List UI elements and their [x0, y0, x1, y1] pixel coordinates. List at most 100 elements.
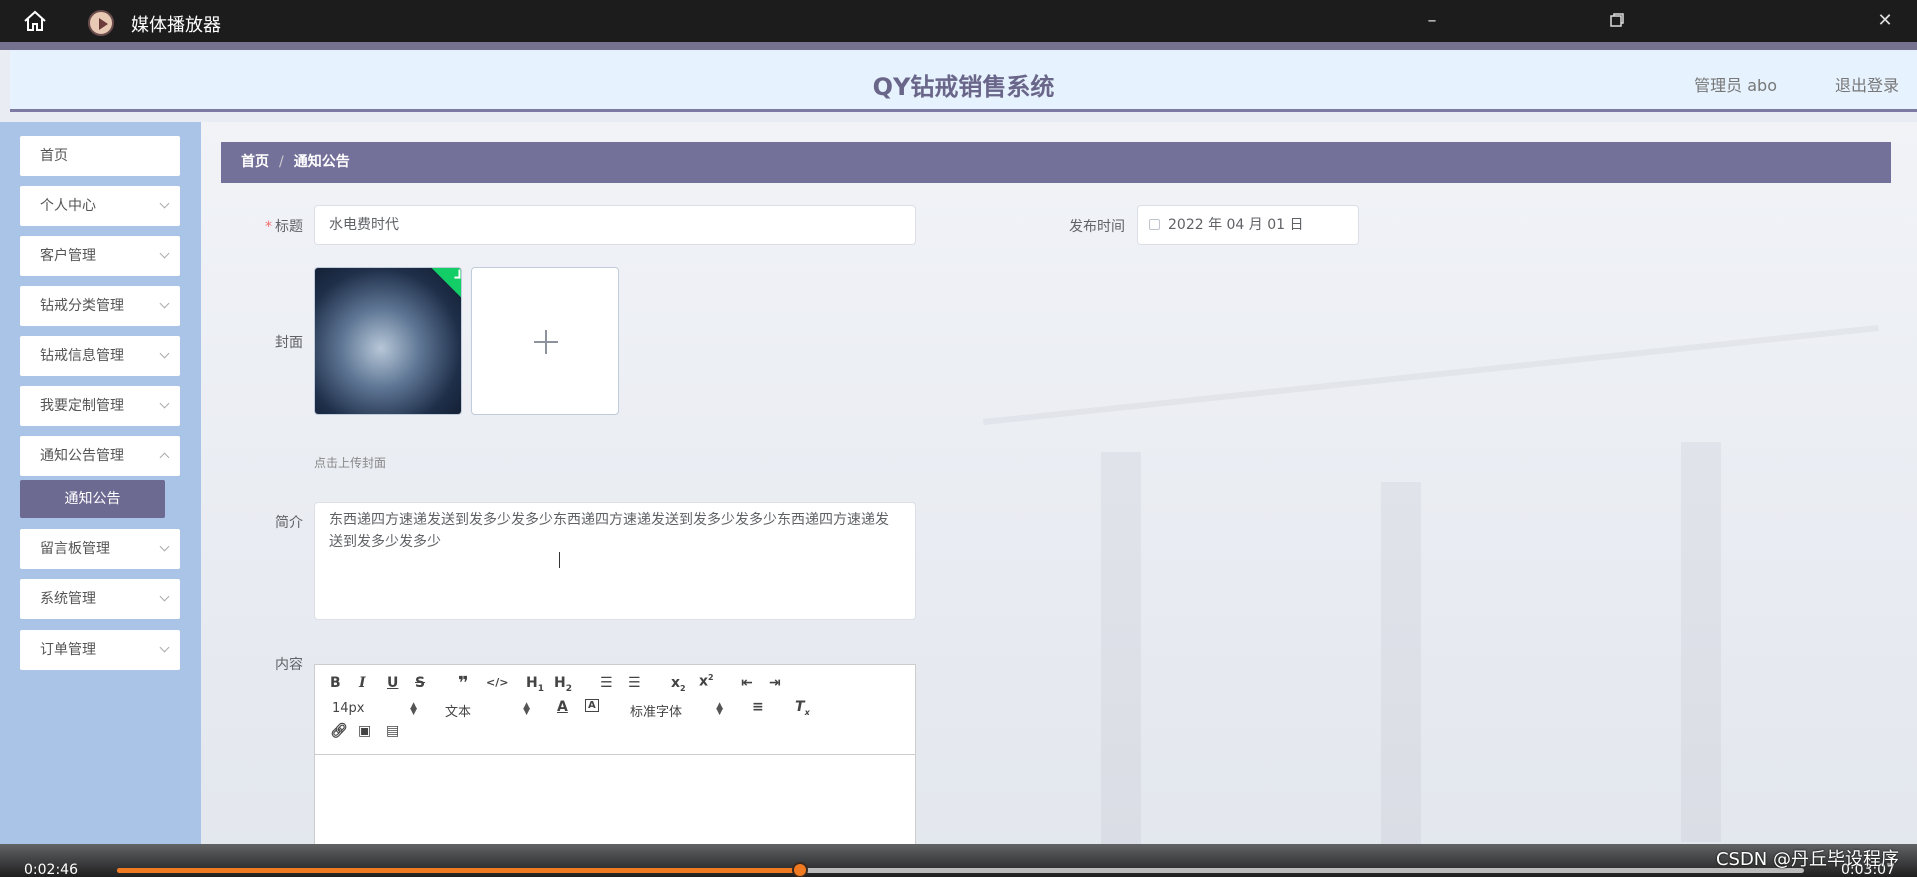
restore-button[interactable]: [1607, 12, 1627, 32]
cover-image[interactable]: [314, 267, 462, 415]
select-arrows-icon: ▲ ▼: [716, 701, 723, 717]
image-icon[interactable]: ▣: [358, 723, 371, 739]
title-input[interactable]: 水电费时代: [314, 205, 916, 245]
sidebar-item-home[interactable]: 首页: [20, 136, 180, 176]
sidebar-item-label: 钻戒信息管理: [40, 348, 124, 364]
home-icon[interactable]: [22, 10, 48, 32]
sidebar-item-ring-info[interactable]: 钻戒信息管理: [20, 336, 180, 376]
background-decoration: [1101, 452, 1141, 844]
logout-link[interactable]: 退出登录: [1835, 72, 1899, 96]
font-size-value: 14px: [332, 701, 365, 716]
watermark: CSDN @丹丘毕设程序: [1715, 849, 1899, 870]
main-content: 首页 / 通知公告 * 标题 水电费时代 发布时间 2022 年 04 月 01 日 …: [201, 122, 1917, 844]
minimize-button[interactable]: –: [1422, 12, 1442, 32]
sidebar-item-label: 客户管理: [40, 248, 96, 264]
underline-icon[interactable]: U: [387, 675, 398, 691]
chevron-down-icon: [159, 591, 170, 602]
player-controls: 0:02:46 0:03:07: [0, 844, 1917, 877]
seek-bar-progress: [117, 868, 801, 873]
align-icon[interactable]: ≡: [752, 699, 764, 715]
text-cursor-icon: [559, 552, 567, 568]
breadcrumb-home[interactable]: 首页: [241, 154, 269, 170]
chevron-down-icon: [159, 348, 170, 359]
h2-icon[interactable]: H2: [554, 675, 572, 694]
close-button[interactable]: ✕: [1875, 12, 1895, 32]
sidebar-item-label: 首页: [40, 148, 68, 164]
sidebar-item-profile[interactable]: 个人中心: [20, 186, 180, 226]
chevron-down-icon: [159, 398, 170, 409]
seek-handle[interactable]: [792, 862, 809, 877]
content-label: 内容: [275, 657, 303, 673]
font-size-select[interactable]: 14px ▲ ▼: [332, 701, 417, 717]
restore-icon: [1610, 13, 1624, 27]
select-arrows-icon: ▲ ▼: [410, 701, 417, 717]
sidebar-item-label: 订单管理: [40, 642, 96, 658]
check-icon: [428, 268, 461, 300]
bold-icon[interactable]: B: [330, 675, 341, 691]
chevron-down-icon: [159, 298, 170, 309]
italic-icon[interactable]: I: [359, 675, 366, 691]
blockquote-icon[interactable]: ❞: [458, 673, 469, 694]
intro-textarea[interactable]: 东西递四方速递发送到发多少发多少东西递四方速递发送到发多少发多少东西递四方速递发…: [314, 502, 916, 620]
window-title: 媒体播放器: [131, 15, 221, 36]
editor-toolbar: B I U S ❞ </> H1 H2 ☰ ☰ x2 x2 ⇤ ⇥ 14px ▲ ▼…: [315, 665, 915, 755]
sidebar-item-label: 留言板管理: [40, 541, 110, 557]
sidebar-item-label: 个人中心: [40, 198, 96, 214]
font-family-select[interactable]: 标准字体 ▲ ▼: [630, 701, 723, 721]
text-type-select[interactable]: 文本 ▲ ▼: [445, 701, 530, 721]
media-player-icon: [88, 10, 114, 36]
sidebar-item-notice[interactable]: 通知公告管理: [20, 436, 180, 476]
background-decoration: [1381, 482, 1421, 844]
sidebar-item-custom[interactable]: 我要定制管理: [20, 386, 180, 426]
sidebar-item-messages[interactable]: 留言板管理: [20, 529, 180, 569]
bullet-list-icon[interactable]: ☰: [628, 675, 641, 691]
link-icon[interactable]: 🔗︎: [330, 723, 348, 739]
breadcrumb-current: 通知公告: [293, 154, 350, 170]
current-user: 管理员 abo: [1694, 76, 1777, 95]
app-title: QY钻戒销售系统: [872, 73, 1055, 101]
player-titlebar: 媒体播放器 – ✕: [0, 0, 1917, 42]
breadcrumb: 首页 / 通知公告: [221, 142, 1891, 183]
ordered-list-icon[interactable]: ☰: [600, 675, 613, 691]
sidebar: 首页 个人中心 客户管理 钻戒分类管理 钻戒信息管理 我要定制管理 通知公告管理…: [0, 122, 201, 844]
publish-date-picker[interactable]: 2022 年 04 月 01 日: [1137, 205, 1359, 245]
outdent-icon[interactable]: ⇤: [741, 675, 753, 691]
code-block-icon[interactable]: </>: [486, 676, 508, 689]
sidebar-item-customers[interactable]: 客户管理: [20, 236, 180, 276]
strike-icon[interactable]: S: [415, 675, 425, 691]
cover-hint: 点击上传封面: [314, 456, 387, 470]
current-time: 0:02:46: [24, 862, 78, 877]
sidebar-item-label: 钻戒分类管理: [40, 298, 124, 314]
app-header: QY钻戒销售系统 管理员 abo 退出登录: [0, 42, 1917, 112]
chevron-down-icon: [159, 642, 170, 653]
publish-date-value: 2022 年 04 月 01 日: [1168, 217, 1304, 233]
font-color-icon[interactable]: A: [557, 699, 568, 715]
chevron-down-icon: [159, 248, 170, 259]
h1-icon[interactable]: H1: [526, 675, 544, 694]
sidebar-item-label: 通知公告管理: [40, 448, 124, 464]
title-label-text: 标题: [275, 219, 303, 235]
upload-cover-button[interactable]: [471, 267, 619, 415]
sidebar-subitem-notice[interactable]: 通知公告: [20, 480, 165, 518]
publish-time-label: 发布时间: [1069, 219, 1125, 235]
sidebar-item-label: 系统管理: [40, 591, 96, 607]
breadcrumb-separator: /: [279, 154, 284, 170]
sidebar-item-ring-category[interactable]: 钻戒分类管理: [20, 286, 180, 326]
calendar-icon: [1149, 219, 1160, 230]
font-family-value: 标准字体: [630, 705, 683, 720]
sidebar-item-label: 我要定制管理: [40, 398, 124, 414]
clear-format-icon[interactable]: Tx: [795, 699, 810, 717]
subscript-icon[interactable]: x2: [671, 675, 686, 693]
chevron-down-icon: [159, 541, 170, 552]
chevron-up-icon: [159, 452, 170, 463]
sidebar-item-system[interactable]: 系统管理: [20, 579, 180, 619]
rich-text-editor: B I U S ❞ </> H1 H2 ☰ ☰ x2 x2 ⇤ ⇥ 14px ▲ ▼…: [314, 664, 916, 844]
superscript-icon[interactable]: x2: [699, 673, 714, 690]
background-color-icon[interactable]: A: [585, 699, 599, 712]
indent-icon[interactable]: ⇥: [769, 675, 781, 691]
sidebar-item-orders[interactable]: 订单管理: [20, 630, 180, 670]
text-type-value: 文本: [445, 705, 472, 720]
seek-bar[interactable]: [117, 862, 1804, 877]
chevron-down-icon: [159, 198, 170, 209]
video-icon[interactable]: ▤: [386, 723, 399, 739]
